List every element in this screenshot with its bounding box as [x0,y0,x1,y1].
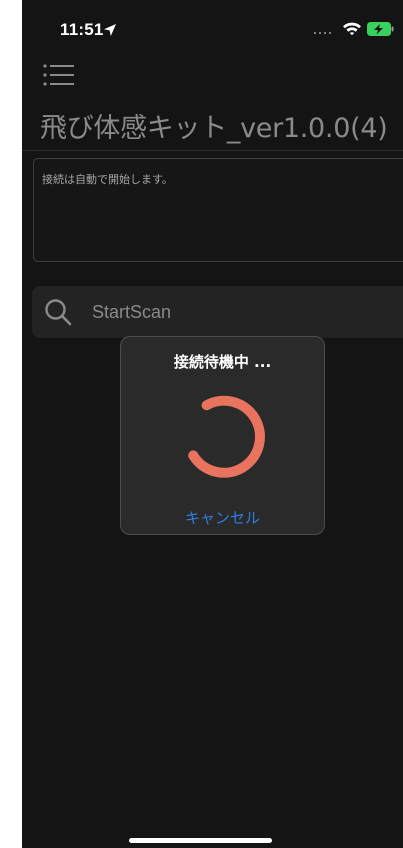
home-indicator[interactable] [129,838,272,843]
cellular-signal-icon [313,31,332,35]
phone-frame: 11:51 飛び体感キット_ver1.0.0(4) 接続は自動で開始します。 S… [0,0,403,848]
status-bar: 11:51 [22,0,403,60]
app-screen: 11:51 飛び体感キット_ver1.0.0(4) 接続は自動で開始します。 S… [22,0,403,848]
search-icon [45,299,72,326]
loading-spinner-icon [188,395,265,478]
connection-log-area[interactable]: 接続は自動で開始します。 [33,158,403,262]
status-time: 11:51 [60,20,104,39]
dialog-title: 接続待機中 ... [173,353,272,371]
start-scan-button[interactable]: StartScan [32,286,403,338]
location-arrow-icon [104,24,116,36]
hamburger-menu-icon[interactable] [42,63,76,89]
battery-charging-icon [367,22,394,36]
cancel-button[interactable]: キャンセル [121,507,324,528]
log-text: 接続は自動で開始します。 [42,173,173,186]
app-title: 飛び体感キット_ver1.0.0(4) [40,113,388,144]
header-divider [22,150,403,151]
wifi-icon [343,22,361,36]
connection-wait-dialog: 接続待機中 ... キャンセル [120,336,325,535]
start-scan-label: StartScan [92,302,172,322]
